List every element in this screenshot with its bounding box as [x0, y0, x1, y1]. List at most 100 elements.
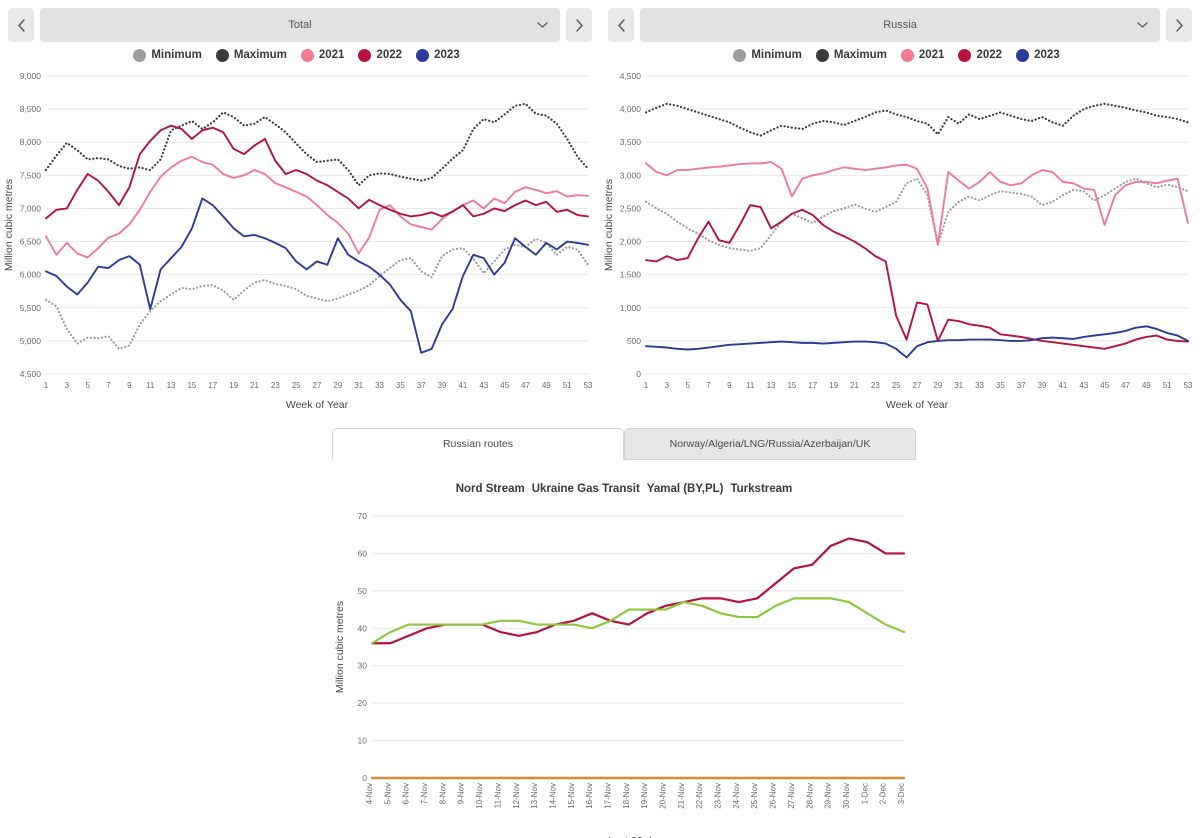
legend-item-minimum[interactable]: Minimum: [133, 48, 202, 62]
x-tick-label: 21-Nov: [677, 783, 686, 809]
series-line-2021: [45, 155, 589, 259]
y-tick-label: 4,500: [620, 71, 642, 81]
legend-item-maximum[interactable]: Maximum: [215, 48, 287, 62]
legend-item-2022[interactable]: 2022: [958, 48, 1003, 62]
x-tick-label: 18-Nov: [622, 783, 631, 809]
dashboard-page: Total Minimum Maximum 2021 2022 2023 4,500 5,…: [0, 0, 1200, 838]
legend-label: Minimum: [151, 49, 202, 61]
x-tick-label: 15-Nov: [567, 783, 576, 809]
y-tick-label: 20: [358, 698, 368, 708]
legend-swatch-icon: [958, 48, 972, 62]
russia-next-button[interactable]: [1166, 8, 1192, 42]
legend-swatch-icon: [815, 48, 829, 62]
x-tick-label: 11: [146, 381, 155, 390]
x-tick-label: 43: [1079, 381, 1088, 390]
legend-item-ukraine-gas-transit[interactable]: Ukraine Gas Transit: [532, 483, 640, 495]
legend-item-yamal-by-pl[interactable]: Yamal (BY,PL): [647, 483, 724, 495]
total-next-button[interactable]: [566, 8, 592, 42]
legend-item-minimum[interactable]: Minimum: [733, 48, 802, 62]
x-tick-label: 19: [229, 381, 238, 390]
x-tick-label: 33: [375, 381, 384, 390]
series-line-2021: [645, 161, 1189, 246]
legend-item-2021[interactable]: 2021: [900, 48, 944, 62]
y-tick-label: 3,000: [620, 170, 642, 180]
x-tick-label: 1: [644, 381, 649, 390]
y-tick-label: 0: [636, 369, 641, 379]
chevron-down-icon: [537, 22, 548, 29]
x-tick-label: 23: [271, 381, 280, 390]
total-dropdown[interactable]: Total: [40, 8, 560, 42]
x-tick-label: 17: [208, 381, 217, 390]
x-tick-label: 37: [1017, 381, 1026, 390]
total-selector-bar: Total: [0, 0, 600, 44]
x-tick-label: 8-Nov: [438, 783, 447, 804]
x-tick-label: 25: [292, 381, 301, 390]
x-tick-label: 21: [850, 381, 859, 390]
y-tick-label: 10: [358, 736, 368, 746]
x-tick-label: 53: [1184, 381, 1193, 390]
x-tick-label: 27-Nov: [787, 783, 796, 809]
series-line-turkstream: [370, 597, 906, 645]
chart-russia: 0 500 1,000 1,500 2,000 2,500 3,000 3,500 4,000 4…: [600, 66, 1200, 416]
y-tick-label: 1,500: [620, 270, 642, 280]
legend-swatch-icon: [733, 48, 747, 62]
x-tick-label: 31: [954, 381, 963, 390]
x-tick-label: 27: [313, 381, 322, 390]
x-tick-label: 15: [187, 381, 196, 390]
y-tick-label: 4,500: [20, 369, 42, 379]
y-tick-label: 4,000: [620, 104, 642, 114]
x-tick-label: 41: [458, 381, 467, 390]
legend-item-nord-stream[interactable]: Nord Stream: [456, 483, 525, 495]
chart-total-svg: 4,500 5,000 5,500 6,000 6,500 7,000 7,500 8,000…: [3, 71, 593, 411]
y-tick-label: 5,000: [20, 336, 42, 346]
x-tick-label: 3-Dec: [897, 783, 906, 804]
x-tick-label: 20-Nov: [659, 783, 668, 809]
legend-swatch-icon: [1016, 48, 1030, 62]
x-axis-title: Week of Year: [286, 399, 349, 411]
legend-item-2021[interactable]: 2021: [300, 48, 344, 62]
x-tick-label: 4-Nov: [365, 783, 374, 804]
x-tick-label: 39: [1038, 381, 1047, 390]
x-tick-label: 35: [996, 381, 1005, 390]
legend-item-2023[interactable]: 2023: [1016, 48, 1060, 62]
y-axis-title: Million cubic metres: [603, 179, 615, 271]
chart-russia-svg: 0 500 1,000 1,500 2,000 2,500 3,000 3,500 4,000 4…: [603, 71, 1193, 411]
chart-total: 4,500 5,000 5,500 6,000 6,500 7,000 7,500 8,000…: [0, 66, 600, 416]
chart-routes: 0 10 20 30 40 50 60 70 4-Nov 5-Nov 6-Nov 7-Nov 8-Nov…: [332, 504, 916, 838]
y-tick-label: 6,000: [20, 270, 42, 280]
legend-item-turkstream[interactable]: Turkstream: [730, 483, 792, 495]
x-tick-label: 29-Nov: [824, 783, 833, 809]
legend-label: 2022: [976, 49, 1003, 61]
series-line-minimum: [44, 237, 590, 350]
x-tick-label: 35: [396, 381, 405, 390]
russia-prev-button[interactable]: [608, 8, 634, 42]
x-tick-label: 51: [1163, 381, 1172, 390]
y-tick-label: 7,500: [20, 170, 42, 180]
x-tick-label: 10-Nov: [475, 783, 484, 809]
x-tick-label: 23: [871, 381, 880, 390]
x-tick-label: 16-Nov: [585, 783, 594, 809]
x-tick-label: 13: [167, 381, 176, 390]
series-line-maximum: [44, 102, 590, 187]
series-line-maximum: [644, 102, 1190, 137]
total-prev-button[interactable]: [8, 8, 34, 42]
x-tick-label: 41: [1058, 381, 1067, 390]
series-line-minimum: [644, 177, 1190, 252]
tab-russian-routes[interactable]: Russian routes: [332, 428, 624, 460]
legend-label: 2023: [1034, 49, 1060, 61]
y-tick-label: 6,500: [20, 237, 42, 247]
tab-norway-algeria-lng-russia-azerbaijan-uk[interactable]: Norway/Algeria/LNG/Russia/Azerbaijan/UK: [624, 428, 916, 459]
legend-swatch-icon: [358, 48, 372, 62]
x-tick-label: 30-Nov: [842, 783, 851, 809]
russia-dropdown[interactable]: Russia: [640, 8, 1160, 42]
x-tick-label: 31: [354, 381, 363, 390]
legend-item-2023[interactable]: 2023: [416, 48, 460, 62]
legend-routes: Nord Stream Ukraine Gas Transit Yamal (BY,…: [332, 474, 916, 504]
legend-item-2022[interactable]: 2022: [358, 48, 402, 62]
y-tick-label: 60: [358, 548, 368, 558]
chevron-left-icon: [17, 18, 25, 32]
legend-label: Minimum: [751, 49, 802, 61]
x-tick-label: 53: [584, 381, 593, 390]
legend-item-maximum[interactable]: Maximum: [815, 48, 887, 62]
x-tick-label: 23-Nov: [714, 783, 723, 809]
